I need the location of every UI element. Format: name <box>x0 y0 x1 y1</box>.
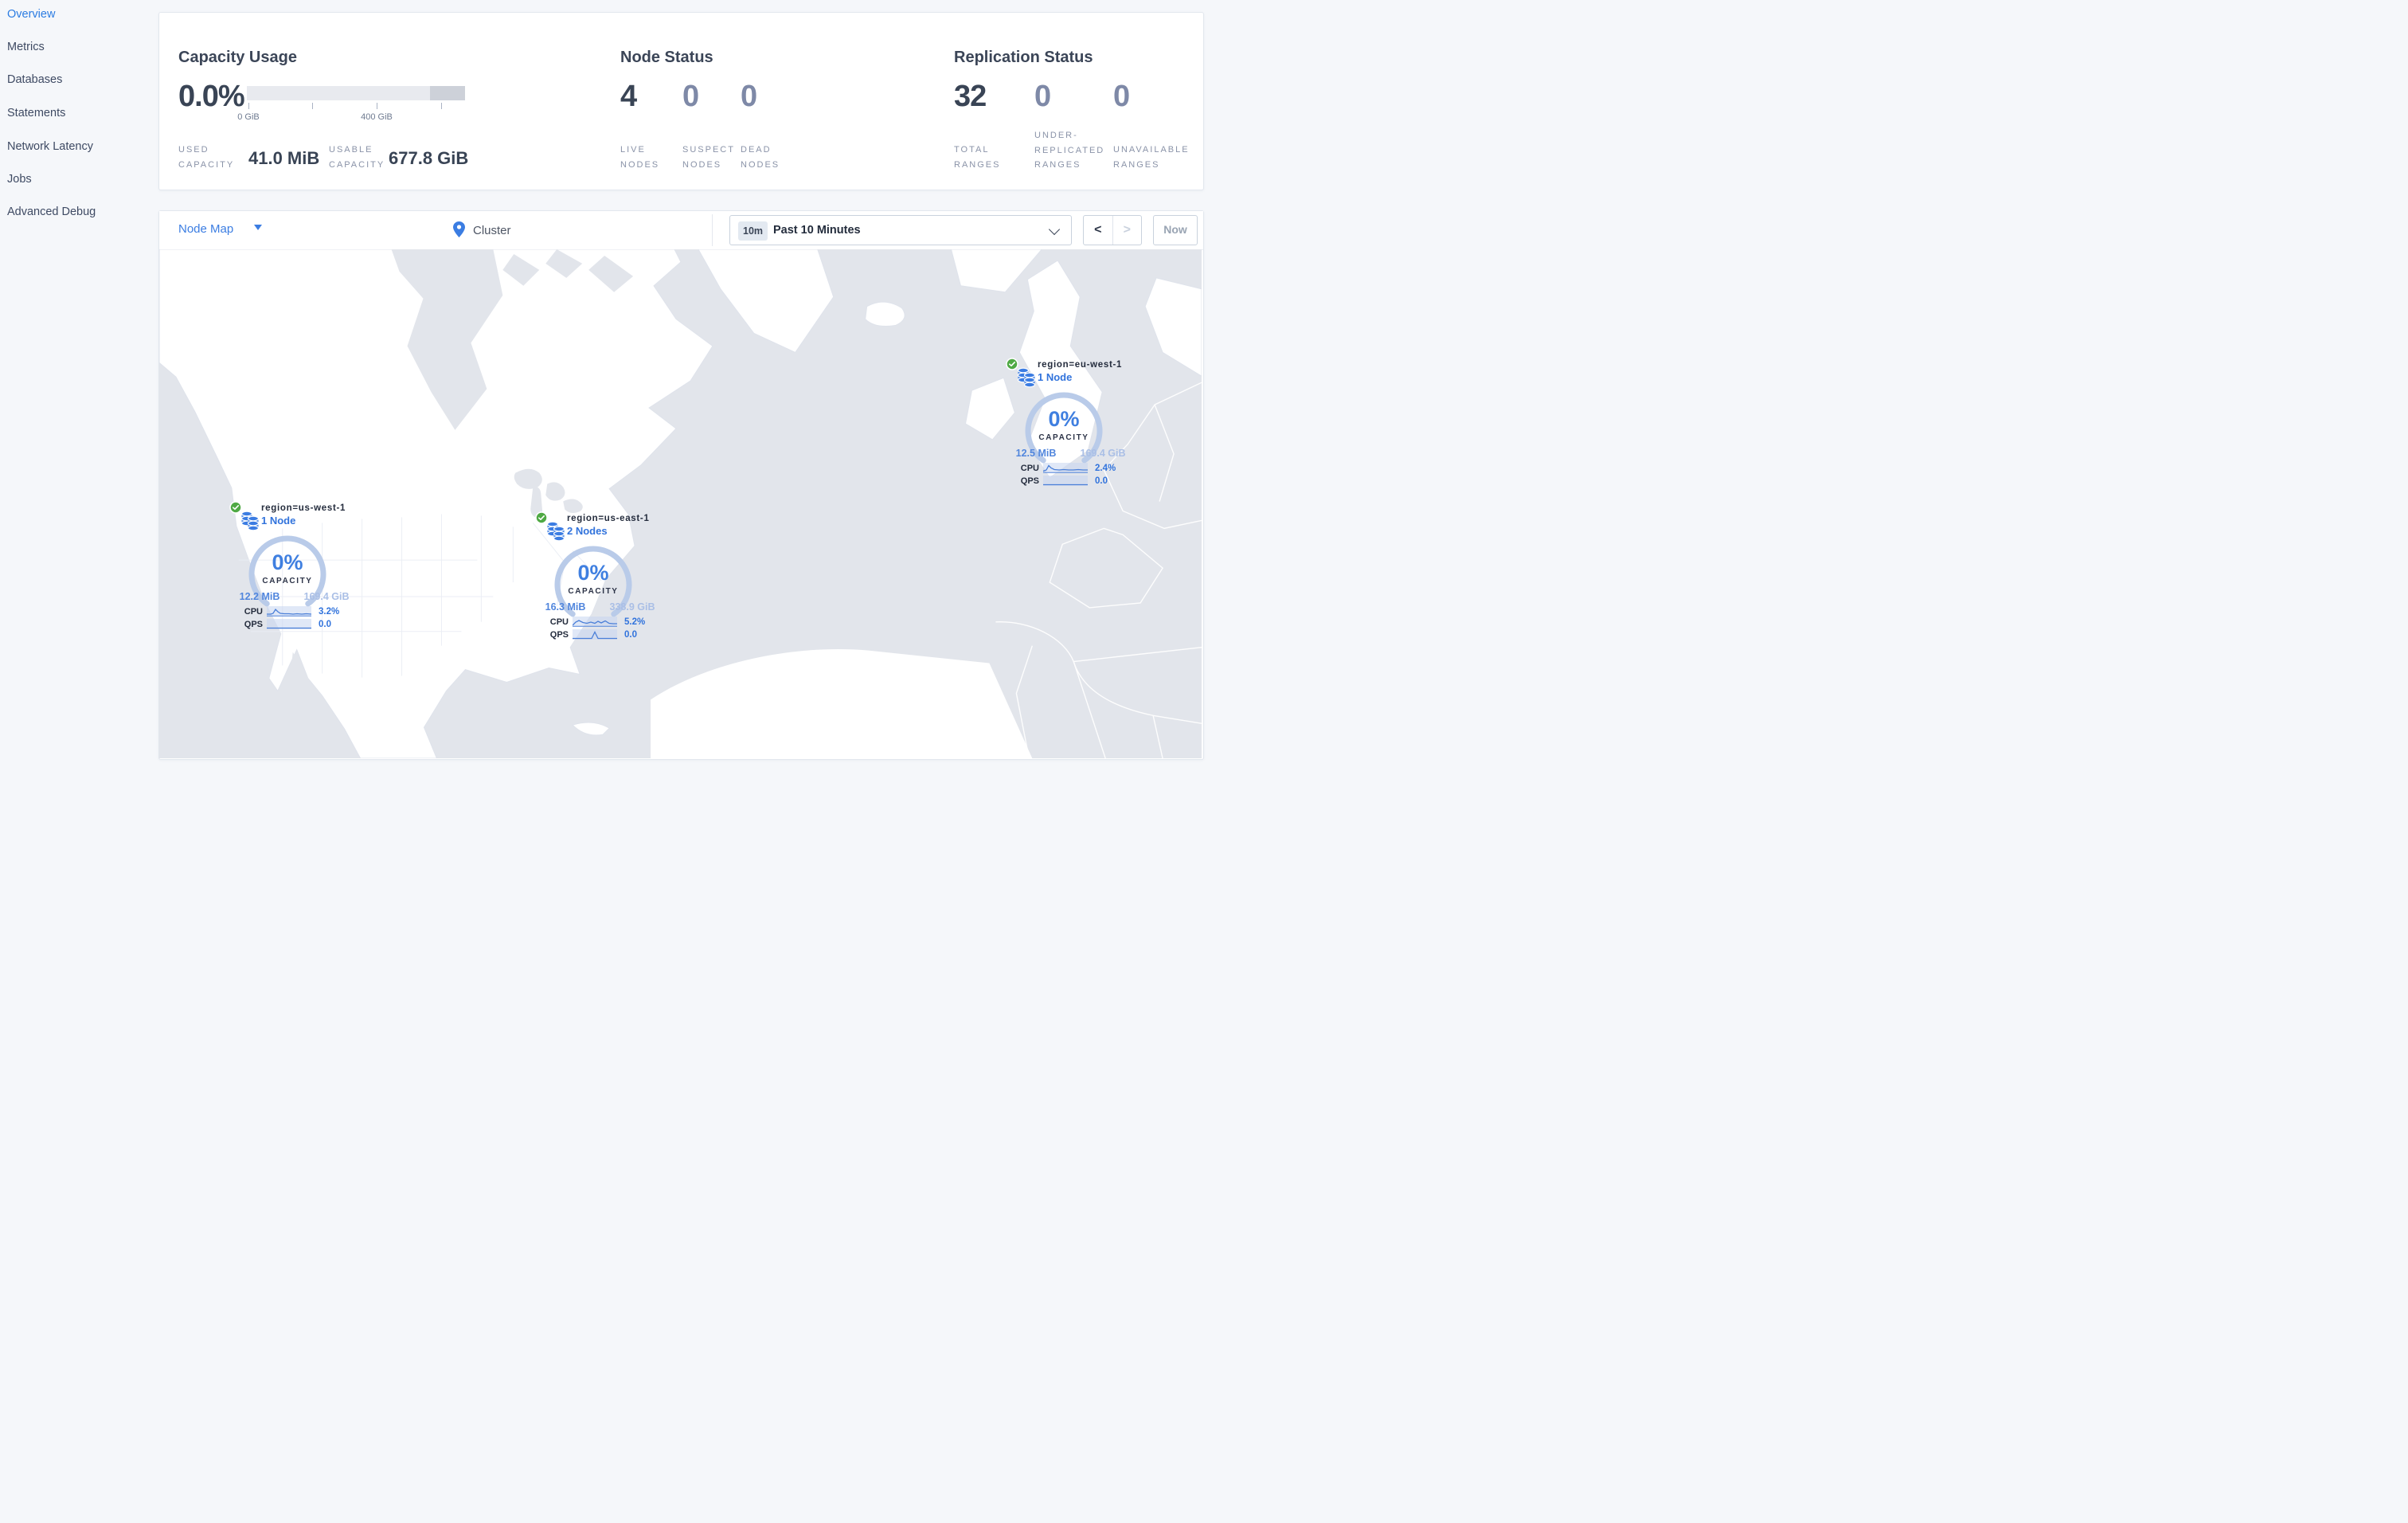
region-card-us-east-1: region=us-east-1 2 Nodes 0% CAPACITY 16.… <box>535 511 656 645</box>
gauge-percent: 0% <box>577 561 609 585</box>
gauge-percent: 0% <box>1048 407 1080 431</box>
region-title: region=us-west-1 <box>261 503 346 513</box>
capacity-tick-label-400: 400 GiB <box>361 112 393 122</box>
cpu-label: CPU <box>549 617 569 627</box>
capacity-tick <box>441 103 442 109</box>
qps-sparkline <box>1043 476 1088 486</box>
qps-label: QPS <box>1020 476 1039 486</box>
qps-value: 0.0 <box>319 620 331 629</box>
qps-value: 0.0 <box>1095 476 1108 486</box>
unavailable-ranges-label: UNAVAILABLE RANGES <box>1113 145 1190 170</box>
time-next-button[interactable]: > <box>1113 216 1142 245</box>
capacity-tick <box>248 103 249 109</box>
map-pin-icon <box>453 221 465 237</box>
map-toolbar: Node Map Cluster 10m Past 10 Minutes < >… <box>159 211 1203 250</box>
gauge-used-value: 12.2 MiB <box>239 591 280 602</box>
time-prev-button[interactable]: < <box>1084 216 1113 245</box>
qps-sparkline <box>573 629 617 640</box>
dead-nodes-label: DEAD NODES <box>741 145 780 170</box>
suspect-nodes-value: 0 <box>682 80 699 113</box>
gauge-used-value: 12.5 MiB <box>1015 448 1057 459</box>
cpu-sparkline <box>267 606 311 617</box>
region-nodes-link[interactable]: 1 Node <box>261 515 295 527</box>
node-map: region=us-west-1 1 Node 0% CAPACITY 12.2… <box>159 249 1202 758</box>
used-capacity-label: USED CAPACITY <box>178 145 235 170</box>
sidebar: Overview Metrics Databases Statements Ne… <box>0 0 158 762</box>
time-range-badge: 10m <box>738 221 768 241</box>
capacity-percent: 0.0% <box>178 80 245 113</box>
qps-value: 0.0 <box>624 630 637 640</box>
chevron-down-icon <box>1048 223 1061 236</box>
cpu-value: 2.4% <box>1095 464 1116 473</box>
dead-nodes-value: 0 <box>741 80 757 113</box>
live-nodes-value: 4 <box>620 80 637 113</box>
node-status-title: Node Status <box>620 48 713 66</box>
region-nodes-link[interactable]: 2 Nodes <box>567 525 608 537</box>
sidebar-item-statements[interactable]: Statements <box>7 107 65 119</box>
suspect-nodes-label: SUSPECT NODES <box>682 145 735 170</box>
breadcrumb-label: Cluster <box>473 224 511 237</box>
qps-sparkline <box>267 619 311 629</box>
total-ranges-label: TOTAL RANGES <box>954 145 1001 170</box>
capacity-bar-unusable-segment <box>430 86 465 100</box>
region-title: region=us-east-1 <box>567 514 650 523</box>
cpu-label: CPU <box>1020 464 1039 473</box>
database-stack-icon <box>546 521 565 542</box>
qps-label: QPS <box>549 630 569 640</box>
gauge-percent: 0% <box>272 550 303 574</box>
region-title: region=eu-west-1 <box>1038 360 1123 370</box>
sidebar-item-network-latency[interactable]: Network Latency <box>7 140 93 153</box>
time-range-dropdown[interactable]: 10m Past 10 Minutes <box>729 215 1072 245</box>
unavailable-ranges-value: 0 <box>1113 80 1130 113</box>
view-selector-label: Node Map <box>178 222 234 236</box>
replication-status-title: Replication Status <box>954 48 1093 66</box>
sidebar-item-databases[interactable]: Databases <box>7 73 62 86</box>
region-nodes-link[interactable]: 1 Node <box>1038 371 1072 383</box>
gauge-used-value: 16.3 MiB <box>545 601 586 613</box>
database-stack-icon <box>1017 367 1036 388</box>
sidebar-item-jobs[interactable]: Jobs <box>7 173 32 186</box>
gauge-usable-value: 169.4 GiB <box>1080 448 1126 459</box>
gauge-usable-value: 338.9 GiB <box>609 601 655 613</box>
time-now-button[interactable]: Now <box>1153 215 1198 245</box>
total-ranges-value: 32 <box>954 80 987 113</box>
breadcrumb-cluster[interactable]: Cluster <box>453 221 511 238</box>
used-capacity-value: 41.0 MiB <box>248 148 320 168</box>
gauge-usable-value: 169.4 GiB <box>303 591 350 602</box>
under-replicated-ranges-value: 0 <box>1034 80 1051 113</box>
sidebar-item-overview[interactable]: Overview <box>7 8 55 21</box>
sidebar-item-metrics[interactable]: Metrics <box>7 41 45 53</box>
live-nodes-label: LIVE NODES <box>620 145 660 170</box>
chevron-down-icon <box>254 225 263 230</box>
view-selector-node-map[interactable]: Node Map <box>178 222 263 236</box>
sidebar-item-advanced-debug[interactable]: Advanced Debug <box>7 206 96 218</box>
capacity-usage-title: Capacity Usage <box>178 48 297 66</box>
region-card-us-west-1: region=us-west-1 1 Node 0% CAPACITY 12.2… <box>229 501 350 635</box>
cpu-value: 3.2% <box>319 607 340 617</box>
usable-capacity-label: USABLE CAPACITY <box>329 145 385 170</box>
gauge-capacity-label: CAPACITY <box>568 587 619 596</box>
toolbar-divider <box>712 214 713 246</box>
gauge-capacity-label: CAPACITY <box>1038 433 1089 442</box>
under-replicated-ranges-label: UNDER-REPLICATED RANGES <box>1034 131 1105 170</box>
time-range-label: Past 10 Minutes <box>773 224 861 237</box>
cpu-sparkline <box>573 617 617 627</box>
usable-capacity-value: 677.8 GiB <box>389 148 469 168</box>
region-card-eu-west-1: region=eu-west-1 1 Node 0% CAPACITY 12.5… <box>1006 358 1127 491</box>
time-nav-arrows: < > <box>1083 215 1142 245</box>
capacity-bar <box>247 86 465 100</box>
cluster-summary-card: Capacity Usage 0.0% 0 GiB 400 GiB USED C… <box>158 12 1204 190</box>
capacity-tick-label-0: 0 GiB <box>237 112 260 122</box>
node-map-card: Node Map Cluster 10m Past 10 Minutes < >… <box>158 210 1204 760</box>
cpu-label: CPU <box>244 607 263 617</box>
gauge-capacity-label: CAPACITY <box>262 577 313 585</box>
database-stack-icon <box>240 511 260 531</box>
qps-label: QPS <box>244 620 263 629</box>
capacity-tick <box>312 103 313 109</box>
cpu-sparkline <box>1043 463 1088 473</box>
cpu-value: 5.2% <box>624 617 646 627</box>
